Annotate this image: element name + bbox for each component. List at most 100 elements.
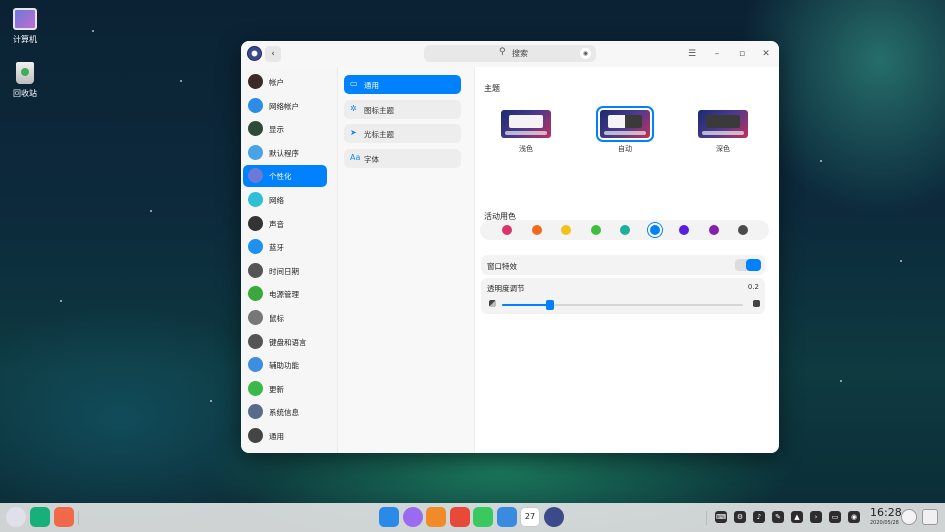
maximize-button[interactable]: ▫ bbox=[735, 47, 749, 61]
multitask-icon[interactable] bbox=[30, 507, 50, 527]
dock: 16:28 2020/05/28 27 ⌨ ⚙ ♪ ✎ ▲ › ▭ ◉ bbox=[0, 503, 945, 532]
sidebar-item-label: 网络帐户 bbox=[269, 101, 299, 111]
star bbox=[900, 260, 902, 262]
window-icon: ▭ bbox=[350, 79, 358, 88]
desktop-computer[interactable]: 计算机 bbox=[0, 8, 50, 45]
titlebar: ‹ ⚲ 搜索 ◉ ☰ – ▫ ✕ bbox=[241, 41, 779, 67]
theme-window-preview bbox=[608, 115, 642, 128]
launcher-icon[interactable] bbox=[6, 507, 26, 527]
sub-nav-label: 图标主题 bbox=[364, 105, 394, 115]
toggle-knob bbox=[746, 259, 761, 271]
photo-icon[interactable] bbox=[449, 507, 470, 527]
accent-color-swatch[interactable] bbox=[620, 225, 630, 235]
theme-window-preview bbox=[706, 115, 740, 128]
theme-label: 深色 bbox=[716, 145, 730, 153]
sidebar: 帐户网络帐户显示 默认程序个性化网络声音蓝牙 时间日期电源管理鼠标键盘和语言辅助功能… bbox=[241, 67, 337, 453]
pen-icon[interactable]: ✎ bbox=[772, 511, 784, 523]
theme-preview bbox=[596, 106, 654, 142]
sub-nav-label: 字体 bbox=[364, 154, 379, 164]
transparency-label: 透明度调节 bbox=[487, 284, 525, 293]
file-manager-icon[interactable] bbox=[426, 507, 446, 527]
voice-input-icon[interactable]: ◉ bbox=[580, 48, 591, 59]
window-effect-toggle[interactable] bbox=[735, 259, 761, 271]
network-tray-icon[interactable]: ⚙ bbox=[734, 511, 746, 523]
close-button[interactable]: ✕ bbox=[759, 47, 773, 61]
back-button[interactable]: ‹ bbox=[265, 46, 281, 62]
star bbox=[92, 30, 94, 32]
clock-time[interactable]: 16:28 bbox=[870, 507, 902, 518]
sidebar-item-network[interactable]: 网络 bbox=[243, 189, 327, 211]
control-center-icon[interactable] bbox=[543, 507, 564, 527]
browser-icon[interactable] bbox=[402, 507, 423, 527]
sidebar-item-accessibility[interactable]: 辅助功能 bbox=[243, 354, 327, 376]
sidebar-item-label: 通用 bbox=[269, 432, 284, 441]
minimize-button[interactable]: – bbox=[710, 47, 724, 61]
personalization-content: 主题 浅色 自动 深色 活动用色 窗口特效 透明度调节 0.2 bbox=[475, 67, 779, 453]
network-icon bbox=[248, 192, 263, 207]
search-input[interactable]: ⚲ 搜索 ◉ bbox=[424, 45, 596, 62]
mouse-icon bbox=[248, 310, 263, 325]
sub-nav-label: 光标主题 bbox=[364, 130, 394, 139]
accent-color-swatch[interactable] bbox=[679, 225, 689, 235]
expand-icon[interactable]: › bbox=[810, 511, 822, 523]
theme-preview bbox=[501, 110, 551, 138]
document-icon[interactable] bbox=[496, 507, 517, 527]
sidebar-item-keyboard[interactable]: 键盘和语言 bbox=[243, 331, 327, 353]
sidebar-item-label: 键盘和语言 bbox=[269, 337, 307, 347]
workspace-icon[interactable] bbox=[54, 507, 74, 527]
accent-color-swatch[interactable] bbox=[531, 225, 542, 235]
accent-color-swatch[interactable] bbox=[502, 225, 512, 235]
notification-icon[interactable]: ▲ bbox=[791, 511, 803, 523]
update-icon bbox=[248, 380, 263, 396]
accent-color-swatch[interactable] bbox=[738, 225, 748, 235]
calendar-icon[interactable]: 27 bbox=[520, 507, 540, 527]
sub-nav-item-font[interactable]: Aa 字体 bbox=[344, 148, 461, 168]
sidebar-item-system-info[interactable]: 系统信息 bbox=[243, 401, 327, 423]
sidebar-item-bluetooth[interactable]: 蓝牙 bbox=[243, 236, 327, 258]
accent-color-swatch[interactable] bbox=[649, 225, 660, 235]
sub-nav-item-icon-theme[interactable]: ✲ 图标主题 bbox=[344, 99, 461, 119]
sub-nav-item-cursor[interactable]: ➤ 光标主题 bbox=[344, 124, 461, 143]
theme-option-light[interactable]: 浅色 bbox=[500, 110, 552, 154]
keyboard-tray-icon[interactable]: ⌨ bbox=[715, 511, 727, 523]
sidebar-item-personalization[interactable]: 个性化 bbox=[243, 165, 327, 188]
screen-icon[interactable]: ▭ bbox=[829, 511, 841, 523]
sidebar-item-cloud-account[interactable]: 网络帐户 bbox=[243, 95, 327, 117]
sidebar-item-power[interactable]: 电源管理 bbox=[243, 283, 327, 305]
app-store-icon[interactable] bbox=[379, 507, 399, 527]
trash-dock-icon[interactable] bbox=[922, 509, 938, 525]
display-icon bbox=[248, 121, 263, 137]
globe-icon[interactable]: ◉ bbox=[848, 511, 860, 523]
transparency-slider[interactable] bbox=[502, 300, 743, 310]
sidebar-item-update[interactable]: 更新 bbox=[243, 378, 327, 400]
accent-color-swatch[interactable] bbox=[590, 225, 601, 235]
star bbox=[840, 380, 842, 382]
sidebar-item-sound[interactable]: 声音 bbox=[243, 213, 327, 235]
sidebar-item-label: 个性化 bbox=[269, 172, 292, 182]
keyboard-icon bbox=[248, 333, 263, 349]
theme-dock-preview bbox=[505, 131, 547, 135]
accent-color-swatch[interactable] bbox=[708, 225, 719, 235]
accent-color-swatch[interactable] bbox=[561, 225, 571, 235]
music-icon[interactable] bbox=[473, 507, 493, 527]
sidebar-item-general[interactable]: 通用 bbox=[243, 425, 327, 447]
smiley-icon[interactable] bbox=[901, 509, 917, 525]
desktop-trash[interactable]: 回收站 bbox=[0, 62, 50, 99]
sidebar-item-label: 电源管理 bbox=[269, 290, 299, 300]
sidebar-item-label: 声音 bbox=[269, 219, 284, 229]
font-icon: Aa bbox=[350, 152, 361, 162]
volume-icon[interactable]: ♪ bbox=[753, 511, 765, 523]
sidebar-item-mouse[interactable]: 鼠标 bbox=[243, 307, 327, 329]
sidebar-item-display[interactable]: 显示 bbox=[243, 118, 327, 140]
theme-option-split[interactable]: 自动 bbox=[596, 106, 654, 154]
sidebar-item-label: 鼠标 bbox=[269, 314, 284, 323]
sidebar-item-label: 更新 bbox=[269, 384, 284, 394]
slider-handle[interactable] bbox=[546, 300, 555, 310]
theme-window-preview bbox=[509, 115, 543, 128]
sub-nav-item-window[interactable]: ▭ 通用 bbox=[344, 75, 461, 94]
sidebar-item-account[interactable]: 帐户 bbox=[243, 71, 327, 93]
menu-button[interactable]: ☰ bbox=[685, 47, 699, 61]
sidebar-item-default-apps[interactable]: 默认程序 bbox=[243, 142, 327, 164]
theme-option-dark[interactable]: 深色 bbox=[697, 110, 749, 154]
sidebar-item-clock[interactable]: 时间日期 bbox=[243, 260, 327, 282]
